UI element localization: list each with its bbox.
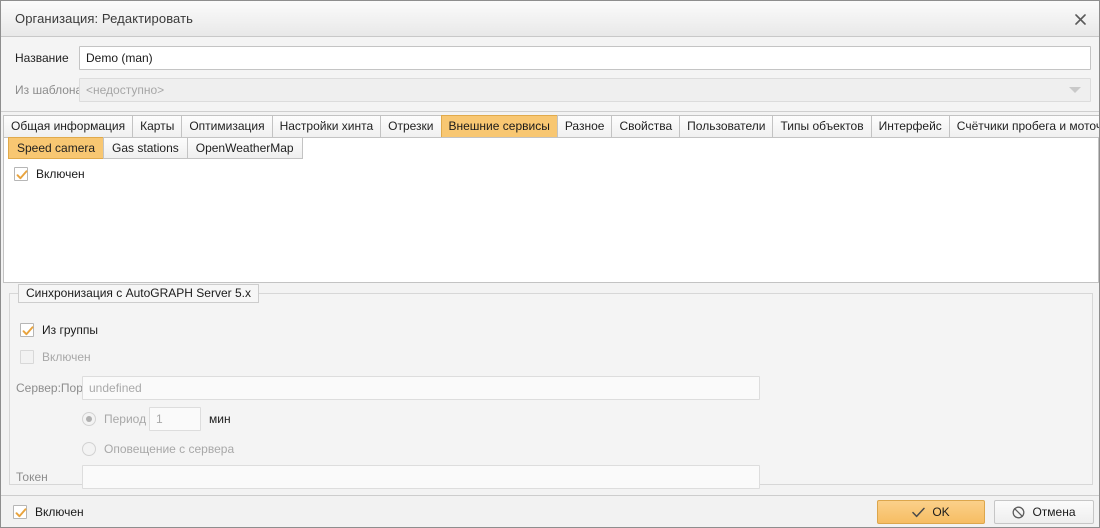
checkbox-box [20,323,34,337]
ban-icon [1013,506,1025,518]
name-label: Название [15,51,69,65]
tab-label: Настройки хинта [279,119,374,133]
server-port-input[interactable] [82,376,760,400]
subtab-label: Speed camera [17,141,96,155]
organization-edit-dialog: Организация: Редактировать Название Из ш… [0,0,1100,528]
cancel-button[interactable]: Отмена [994,500,1094,524]
ok-button-label: OK [932,505,950,519]
tab-6[interactable]: Разное [556,115,612,138]
check-icon [16,170,28,180]
name-input[interactable] [79,46,1091,70]
checkbox-label: Из группы [42,323,98,337]
subtab-label: Gas stations [112,141,179,155]
tab-label: Карты [140,119,175,133]
window-title: Организация: Редактировать [15,11,194,26]
tab-label: Счётчики пробега и моточасов [956,119,1099,133]
tab-11[interactable]: Счётчики пробега и моточасов [948,115,1099,138]
radio-label: Период [104,412,147,426]
check-icon [22,326,34,336]
tab-0[interactable]: Общая информация [3,115,133,138]
from-group-checkbox[interactable]: Из группы [20,323,98,337]
chevron-down-icon [1069,87,1081,93]
subtab-2[interactable]: OpenWeatherMap [186,137,303,159]
tab-5[interactable]: Внешние сервисы [440,115,557,138]
tab-10[interactable]: Интерфейс [870,115,949,138]
sync-groupbox: Синхронизация с AutoGRAPH Server 5.x Из … [9,284,1093,489]
tab-label: Пользователи [687,119,766,133]
tab-4[interactable]: Отрезки [380,115,441,138]
external-services-panel: Speed camera Gas stations OpenWeatherMap В… [3,137,1099,283]
radio-label: Оповещение с сервера [104,442,235,456]
tab-label: Отрезки [388,119,434,133]
tab-2[interactable]: Оптимизация [181,115,272,138]
subtab-label: OpenWeatherMap [195,141,294,155]
tab-label: Внешние сервисы [448,119,550,133]
close-icon[interactable] [1067,7,1093,31]
token-input[interactable] [82,465,760,489]
period-unit-label: мин [209,412,231,426]
organization-enabled-checkbox[interactable]: Включен [13,505,84,519]
checkbox-label: Включен [36,167,85,181]
tab-label: Оптимизация [189,119,265,133]
template-label: Из шаблона [15,83,83,97]
tab-label: Интерфейс [878,119,942,133]
subtab-1[interactable]: Gas stations [103,137,187,159]
subtab-0[interactable]: Speed camera [8,137,104,159]
server-port-label: Сервер:Порт [16,381,89,395]
tab-9[interactable]: Типы объектов [772,115,871,138]
token-label: Токен [16,470,48,484]
checkbox-box [13,505,27,519]
header-form: Название Из шаблона [1,37,1099,112]
radio-dot [82,442,96,456]
period-radio[interactable]: Период [82,412,146,426]
status-bar: Включен OK Отмена [1,495,1099,527]
tab-label: Типы объектов [780,119,864,133]
tab-1[interactable]: Карты [132,115,182,138]
ok-button[interactable]: OK [877,500,985,524]
sync-groupbox-title: Синхронизация с AutoGRAPH Server 5.x [18,284,259,303]
speed-camera-enabled-checkbox[interactable]: Включен [14,167,85,181]
server-notify-radio[interactable]: Оповещение с сервера [82,442,234,456]
tab-label: Разное [564,119,605,133]
tab-3[interactable]: Настройки хинта [271,115,381,138]
service-subtabstrip: Speed camera Gas stations OpenWeatherMap [8,137,303,159]
tab-label: Общая информация [11,119,126,133]
check-icon [15,508,27,518]
checkbox-box [14,167,28,181]
radio-dot [82,412,96,426]
title-bar: Организация: Редактировать [1,1,1099,37]
checkbox-label: Включен [42,350,91,364]
check-icon [912,507,926,517]
checkbox-box [20,350,34,364]
period-input[interactable] [149,407,201,431]
sync-enabled-checkbox[interactable]: Включен [20,350,91,364]
tab-8[interactable]: Пользователи [679,115,773,138]
cancel-button-label: Отмена [1032,505,1076,519]
tab-7[interactable]: Свойства [611,115,680,138]
tab-label: Свойства [619,119,673,133]
template-select[interactable] [79,78,1091,102]
main-tabstrip: Общая информация Карты Оптимизация Настройк… [1,113,1099,138]
checkbox-label: Включен [35,505,84,519]
